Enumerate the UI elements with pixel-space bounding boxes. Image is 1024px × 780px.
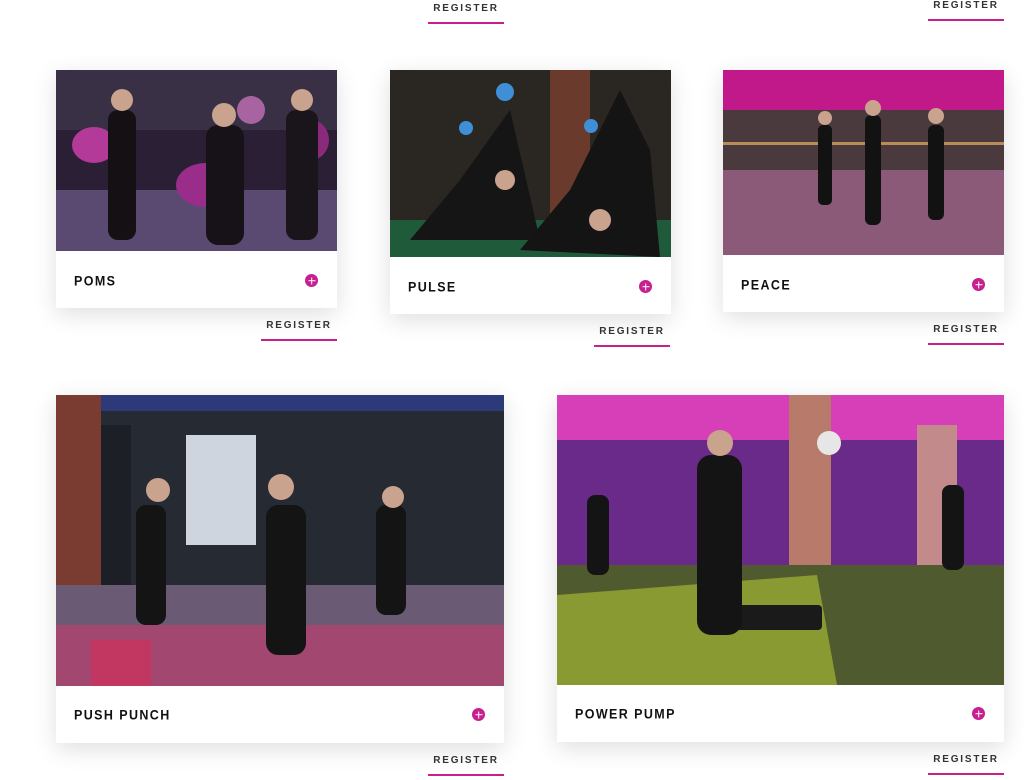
- expand-plus-icon[interactable]: [972, 707, 985, 720]
- register-link[interactable]: REGISTER: [594, 326, 670, 347]
- class-photo: [723, 70, 1004, 255]
- register-link[interactable]: REGISTER: [428, 755, 504, 776]
- class-title: PUSH PUNCH: [74, 707, 171, 723]
- register-link[interactable]: REGISTER: [261, 320, 337, 341]
- class-card-power-pump[interactable]: POWER PUMP: [557, 395, 1004, 742]
- expand-plus-icon[interactable]: [472, 708, 485, 721]
- class-card-poms[interactable]: POMS: [56, 70, 337, 308]
- expand-plus-icon[interactable]: [639, 280, 652, 293]
- register-link[interactable]: REGISTER: [928, 754, 1004, 775]
- class-photo: [557, 395, 1004, 685]
- class-title: POMS: [74, 273, 117, 289]
- register-link[interactable]: REGISTER: [928, 324, 1004, 345]
- class-title: PULSE: [408, 279, 457, 295]
- class-photo: [56, 70, 337, 251]
- class-photo: [390, 70, 671, 257]
- expand-plus-icon[interactable]: [305, 274, 318, 287]
- class-photo: [56, 395, 504, 686]
- class-card-peace[interactable]: PEACE: [723, 70, 1004, 312]
- class-card-push-punch[interactable]: PUSH PUNCH: [56, 395, 504, 743]
- class-card-pulse[interactable]: PULSE: [390, 70, 671, 314]
- register-link[interactable]: REGISTER: [928, 0, 1004, 21]
- expand-plus-icon[interactable]: [972, 278, 985, 291]
- class-title: POWER PUMP: [575, 706, 676, 722]
- register-link[interactable]: REGISTER: [428, 3, 504, 24]
- class-title: PEACE: [741, 277, 792, 293]
